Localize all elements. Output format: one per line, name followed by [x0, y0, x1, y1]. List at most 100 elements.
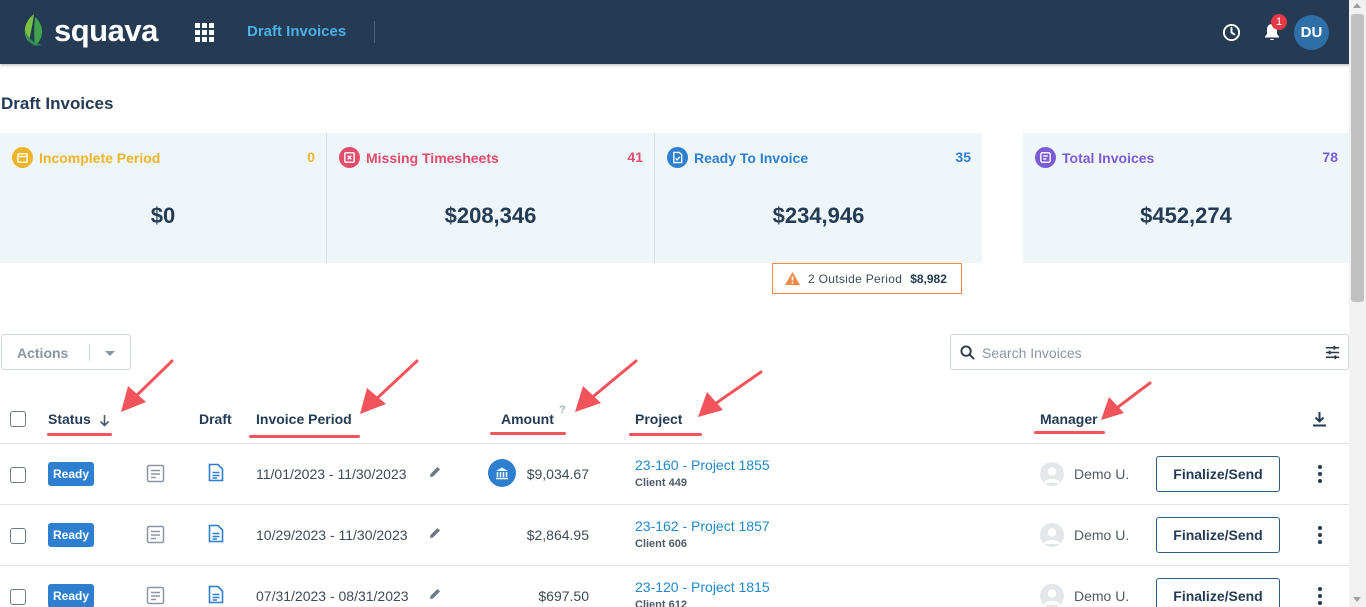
edit-pencil-icon[interactable] [428, 526, 442, 540]
manager-avatar-icon [1040, 584, 1064, 607]
annotation-underline [629, 433, 702, 436]
column-header-invoice-period[interactable]: Invoice Period [256, 411, 352, 427]
column-header-manager[interactable]: Manager [1040, 411, 1098, 427]
card-total-invoices[interactable]: Total Invoices 78 $452,274 [1023, 133, 1349, 263]
card-count: 41 [627, 149, 643, 165]
annotation-arrow-icon [121, 359, 174, 412]
annotation-underline [249, 435, 360, 438]
manager-name: Demo U. [1074, 466, 1130, 482]
chevron-down-icon [105, 351, 115, 356]
filter-sliders-icon[interactable] [1324, 344, 1341, 361]
status-badge: Ready [48, 462, 94, 486]
scroll-up-arrow-icon[interactable] [1353, 3, 1361, 8]
client-name: Client 606 [635, 538, 687, 550]
annotation-arrow-icon [698, 370, 763, 417]
scrollbar-thumb[interactable] [1351, 14, 1364, 302]
card-amount: $452,274 [1140, 203, 1232, 228]
project-link[interactable]: 23-162 - Project 1857 [635, 518, 770, 534]
card-ready-to-invoice[interactable]: Ready To Invoice 35 $234,946 [655, 133, 982, 263]
card-count: 78 [1322, 149, 1338, 165]
scroll-down-arrow-icon[interactable] [1353, 597, 1361, 602]
user-avatar[interactable]: DU [1294, 15, 1329, 50]
outside-period-amount: $8,982 [910, 271, 947, 286]
calendar-icon [12, 147, 33, 168]
clock-icon[interactable] [1222, 23, 1241, 42]
annotation-arrow-icon [1101, 381, 1152, 420]
more-options-icon[interactable] [1317, 587, 1323, 605]
warning-icon [785, 272, 800, 285]
draft-document-icon[interactable] [208, 585, 224, 604]
card-incomplete-period[interactable]: Incomplete Period 0 $0 [0, 133, 326, 263]
top-bar: squava Draft Invoices 1 DU [0, 0, 1366, 64]
column-header-status[interactable]: Status [48, 411, 91, 427]
invoice-period: 10/29/2023 - 11/30/2023 [256, 527, 408, 543]
finalize-send-button[interactable]: Finalize/Send [1156, 517, 1280, 553]
table-row: Ready 10/29/2023 - 11/30/2023 $2,864.95 … [0, 505, 1349, 566]
download-icon[interactable] [1312, 411, 1327, 427]
nav-current-page[interactable]: Draft Invoices [247, 23, 346, 40]
edit-pencil-icon[interactable] [428, 587, 442, 601]
client-name: Client 612 [635, 599, 687, 607]
actions-divider [89, 344, 90, 361]
client-name: Client 449 [635, 477, 687, 489]
invoice-check-icon [667, 147, 688, 168]
sort-down-arrow-icon[interactable] [99, 414, 110, 427]
invoice-period: 11/01/2023 - 11/30/2023 [256, 466, 407, 482]
outside-period-alert[interactable]: 2 Outside Period $8,982 [772, 263, 962, 294]
draft-document-icon[interactable] [208, 463, 224, 482]
squava-logo[interactable]: squava [20, 11, 180, 51]
actions-dropdown[interactable]: Actions [1, 334, 131, 370]
bank-icon[interactable] [488, 459, 516, 487]
notification-badge: 1 [1271, 14, 1287, 30]
card-count: 35 [955, 149, 971, 165]
notes-icon[interactable] [146, 464, 165, 483]
manager-name: Demo U. [1074, 527, 1130, 543]
card-amount: $208,346 [444, 203, 537, 228]
help-icon[interactable]: ? [559, 404, 566, 416]
more-options-icon[interactable] [1317, 526, 1323, 544]
nav-divider [374, 21, 375, 43]
finalize-send-button[interactable]: Finalize/Send [1156, 578, 1280, 607]
apps-grid-icon[interactable] [195, 23, 215, 42]
draft-document-icon[interactable] [208, 524, 224, 543]
manager-avatar-icon [1040, 523, 1064, 547]
invoice-amount: $2,864.95 [526, 527, 589, 543]
invoice-amount: $697.50 [538, 588, 589, 604]
status-badge: Ready [48, 523, 94, 547]
card-label: Total Invoices [1062, 149, 1155, 166]
manager-avatar-icon [1040, 462, 1064, 486]
annotation-underline [490, 432, 566, 435]
invoice-amount: $9,034.67 [526, 466, 589, 482]
card-label: Incomplete Period [39, 149, 161, 166]
edit-pencil-icon[interactable] [428, 465, 442, 479]
card-amount: $234,946 [772, 203, 865, 228]
status-badge: Ready [48, 584, 94, 607]
column-header-project[interactable]: Project [635, 411, 682, 427]
column-header-amount[interactable]: Amount [501, 411, 554, 427]
annotation-underline [47, 433, 112, 436]
annotation-underline [1034, 431, 1105, 434]
finalize-send-button[interactable]: Finalize/Send [1156, 456, 1280, 492]
project-link[interactable]: 23-160 - Project 1855 [635, 457, 770, 473]
card-amount: $0 [150, 203, 176, 228]
brand-name: squava [54, 13, 158, 48]
select-all-checkbox[interactable] [10, 411, 26, 427]
search-box[interactable] [950, 334, 1349, 370]
invoice-period: 07/31/2023 - 08/31/2023 [256, 588, 409, 604]
notes-icon[interactable] [146, 525, 165, 544]
row-checkbox[interactable] [10, 467, 26, 483]
notes-icon[interactable] [146, 586, 165, 605]
search-icon [960, 345, 975, 360]
timesheet-icon [339, 147, 360, 168]
outside-period-text: 2 Outside Period [808, 271, 903, 286]
leaf-logo-icon [24, 14, 43, 46]
search-input[interactable] [982, 343, 1312, 363]
invoices-icon [1035, 147, 1056, 168]
more-options-icon[interactable] [1317, 465, 1323, 483]
page-title: Draft Invoices [1, 94, 114, 113]
card-missing-timesheets[interactable]: Missing Timesheets 41 $208,346 [327, 133, 654, 263]
row-checkbox[interactable] [10, 528, 26, 544]
project-link[interactable]: 23-120 - Project 1815 [635, 579, 770, 595]
row-checkbox[interactable] [10, 589, 26, 605]
annotation-arrow-icon [575, 359, 638, 412]
